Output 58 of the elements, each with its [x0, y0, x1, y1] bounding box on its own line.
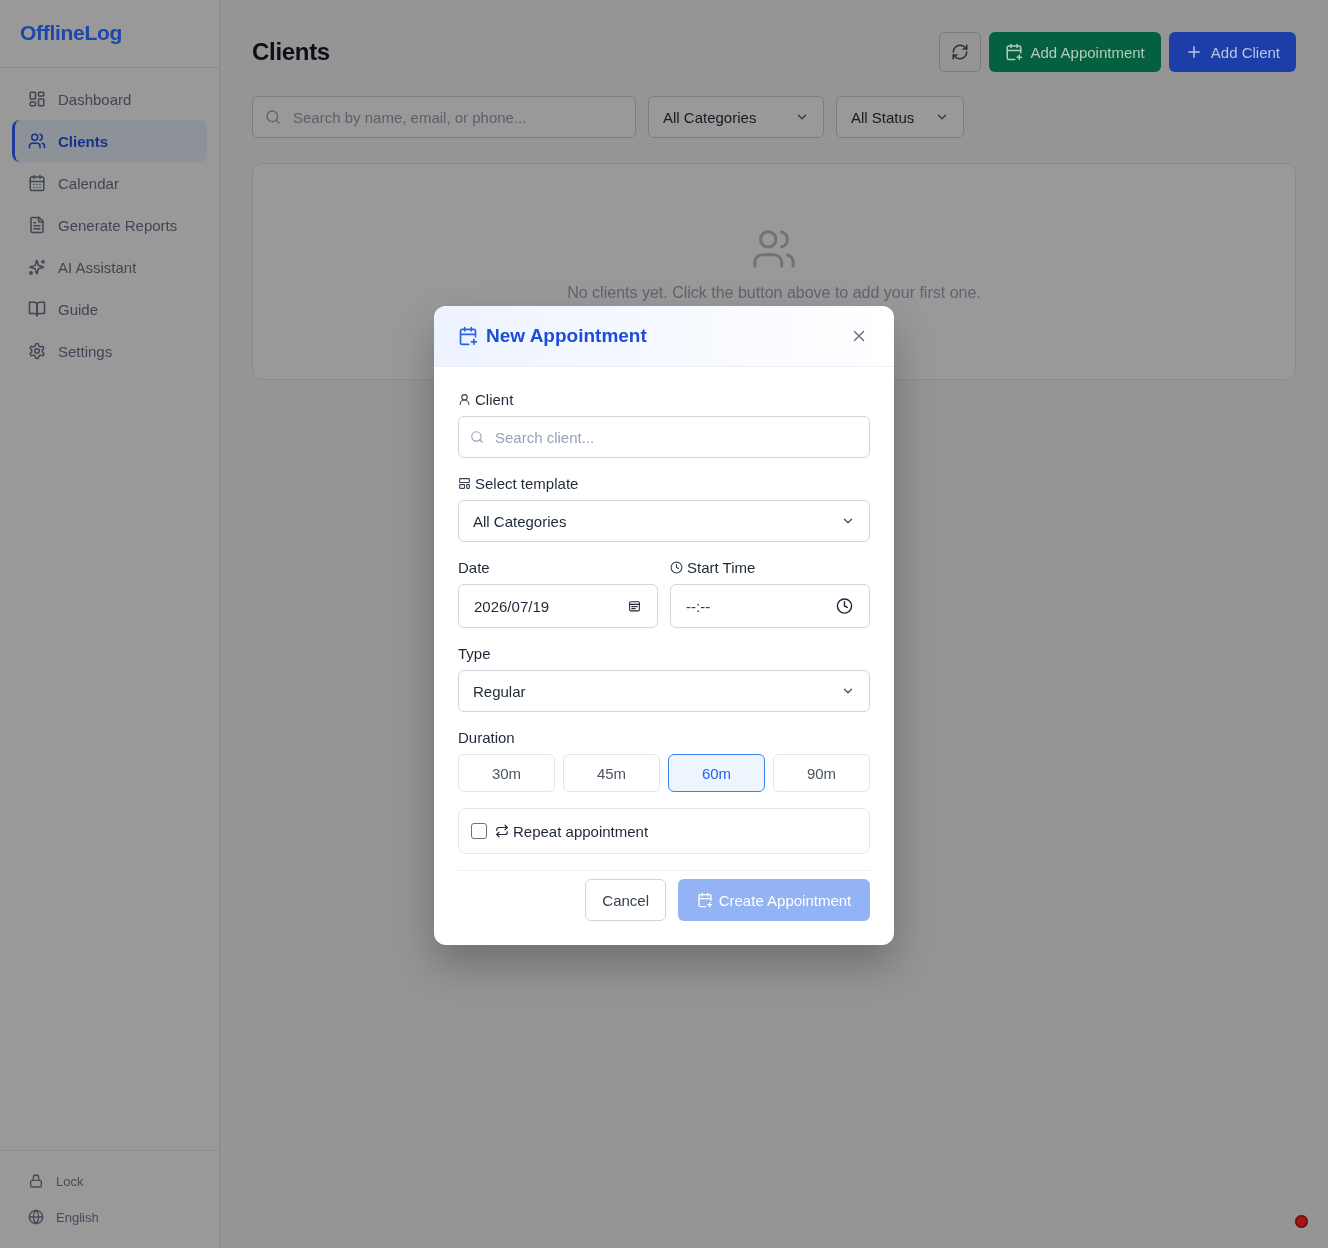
document-icon [28, 216, 46, 234]
calendar-plus-icon [1004, 43, 1023, 61]
nav-item[interactable]: Clients [12, 120, 207, 162]
duration-option[interactable]: 30m [458, 754, 555, 792]
globe-icon [28, 1209, 44, 1225]
checkbox[interactable] [471, 823, 487, 839]
template-icon [458, 476, 471, 490]
field-label: Client [475, 390, 514, 408]
add-client-button[interactable]: Add Client [1168, 32, 1296, 72]
page-title: Clients [252, 38, 330, 66]
cancel-button[interactable]: Cancel [585, 879, 666, 921]
clock-icon [670, 560, 683, 574]
status-select[interactable]: All Status [836, 96, 964, 138]
search-icon [470, 430, 484, 444]
nav-item[interactable]: Calendar [12, 162, 207, 204]
add-appointment-button[interactable]: Add Appointment [988, 32, 1161, 72]
settings-icon [28, 342, 46, 360]
field-label: Duration [458, 728, 515, 746]
clock-icon[interactable] [836, 597, 853, 615]
template-select[interactable]: All Categories [458, 500, 870, 542]
field-label: Select template [475, 474, 579, 492]
refresh-icon [950, 43, 969, 61]
date-field[interactable]: 2026/07/19 [458, 584, 658, 628]
refresh-button[interactable] [938, 32, 981, 72]
field-label: Start Time [687, 558, 756, 576]
calendar-plus-icon [458, 326, 478, 346]
category-select[interactable]: All Categories [648, 96, 824, 138]
person-icon [458, 392, 471, 406]
footer-item[interactable]: English [16, 1199, 203, 1235]
field-label: Type [458, 644, 491, 662]
book-icon [28, 300, 46, 318]
nav-item[interactable]: Dashboard [12, 78, 207, 120]
search-field[interactable]: Search by name, email, or phone... [252, 96, 636, 138]
field-label: Date [458, 558, 490, 576]
footer-item[interactable]: Lock [16, 1163, 203, 1199]
users-icon [28, 132, 46, 150]
search-icon [265, 109, 281, 125]
app-logo[interactable]: OfflineLog [20, 21, 122, 44]
sparkles-icon [28, 258, 46, 276]
repeat-icon [495, 824, 509, 838]
client-search-field[interactable]: Search client... [458, 416, 870, 458]
dashboard-grid-icon [28, 90, 46, 108]
calendar-icon[interactable] [628, 599, 641, 613]
duration-option[interactable]: 45m [563, 754, 660, 792]
duration-option[interactable]: 90m [773, 754, 870, 792]
repeat-label: Repeat appointment [513, 822, 649, 840]
dialog-title: New Appointment [486, 325, 647, 347]
duration-option[interactable]: 60m [668, 754, 765, 792]
time-field[interactable]: --:-- [670, 584, 870, 628]
type-select[interactable]: Regular [458, 670, 870, 712]
lock-icon [28, 1173, 44, 1189]
nav-item[interactable]: Guide [12, 288, 207, 330]
nav-item[interactable]: Generate Reports [12, 204, 207, 246]
empty-message: No clients yet. Click the button above to add your first one. [567, 284, 981, 302]
nav-item[interactable]: AI Assistant [12, 246, 207, 288]
nav-item[interactable]: Settings [12, 330, 207, 372]
calendar-plus-icon [696, 892, 713, 908]
calendar-icon [28, 174, 46, 192]
